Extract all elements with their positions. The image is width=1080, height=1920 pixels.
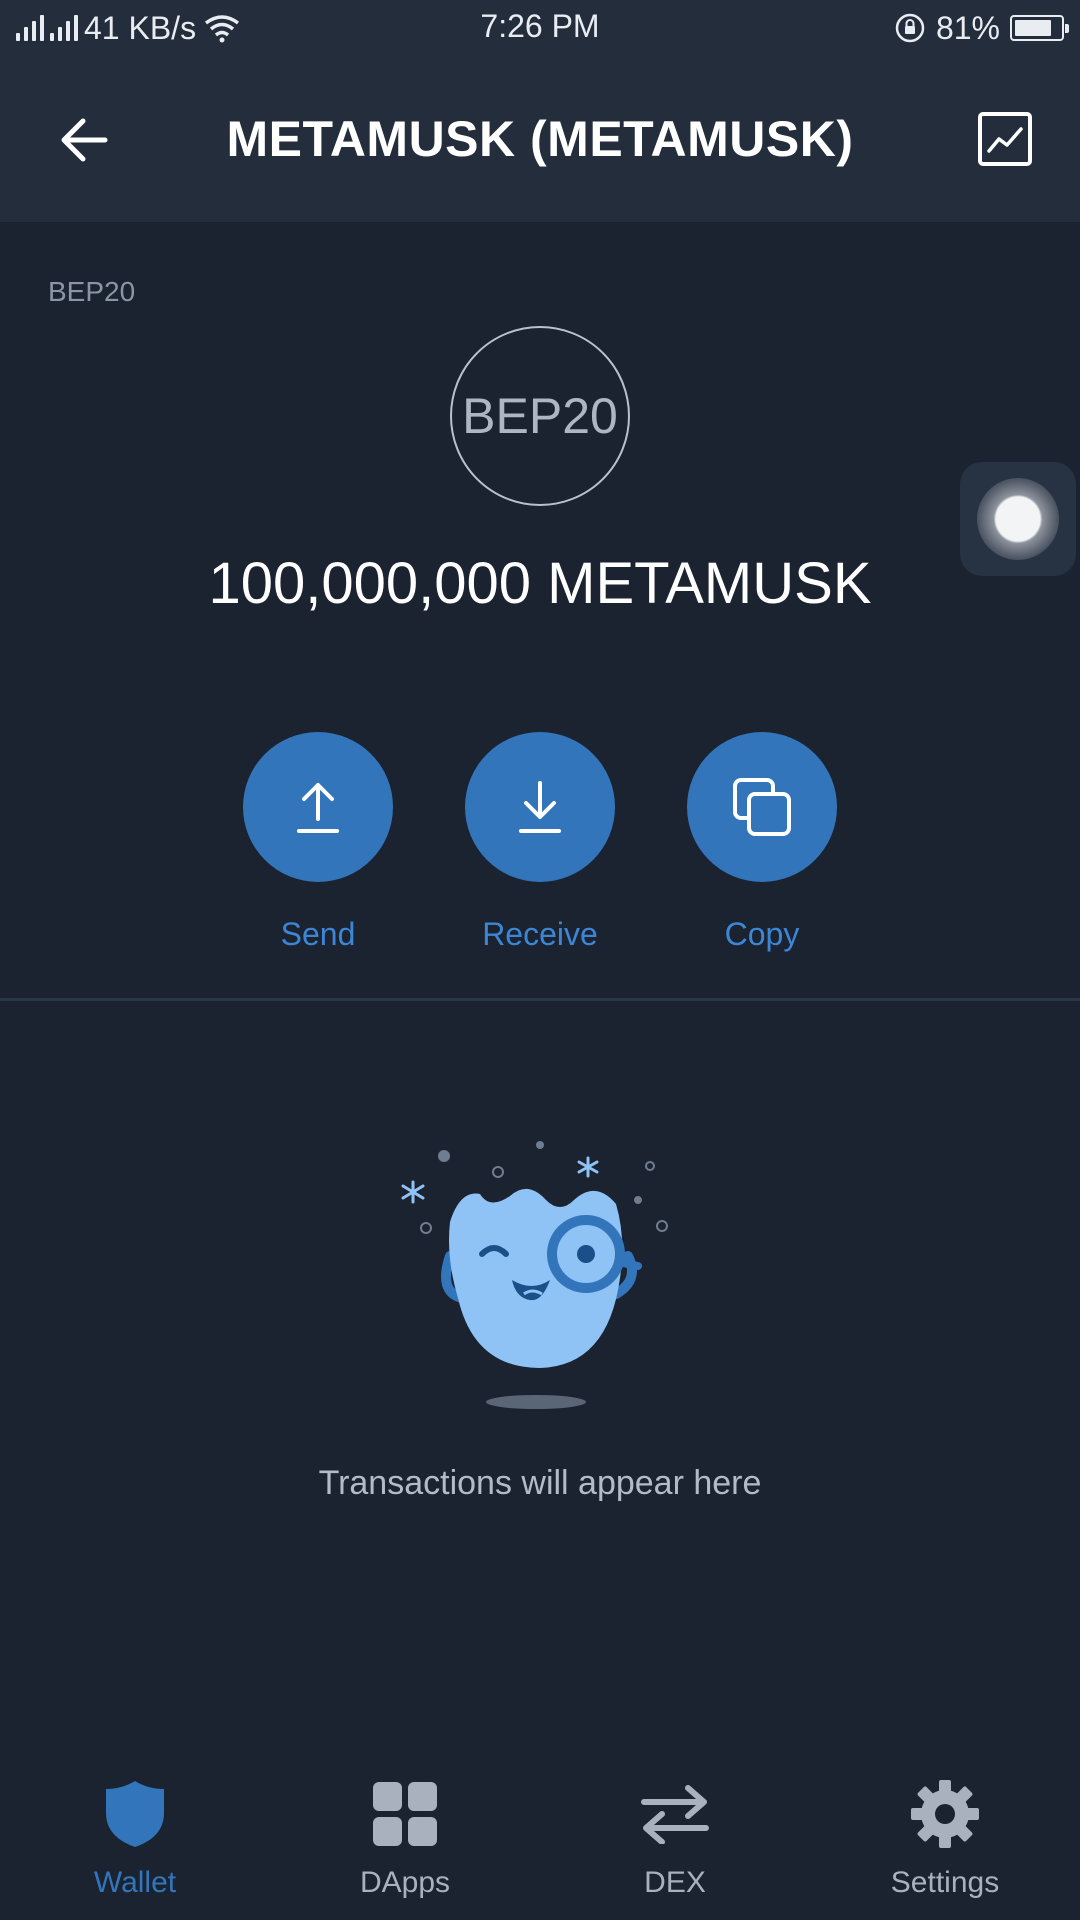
swap-arrows-icon	[635, 1774, 715, 1854]
status-right: 81%	[894, 8, 1069, 48]
receive-label: Receive	[482, 916, 598, 952]
app-header: METAMUSK (METAMUSK)	[0, 56, 1080, 222]
section-divider	[0, 998, 1080, 1001]
battery-icon	[1010, 15, 1069, 41]
gear-icon	[905, 1774, 985, 1854]
nav-item-dex[interactable]: DEX	[540, 1760, 810, 1900]
upload-arrow-icon	[297, 783, 339, 833]
battery-percent: 81%	[935, 9, 1000, 46]
nav-label-wallet: Wallet	[93, 1866, 177, 1899]
token-logo: BEP20	[450, 326, 630, 506]
price-chart-button[interactable]	[974, 108, 1036, 170]
page-title: METAMUSK (METAMUSK)	[226, 111, 854, 167]
nav-label-settings: Settings	[890, 1866, 1000, 1899]
copy-icon	[733, 778, 791, 836]
send-circle	[243, 732, 393, 882]
receive-circle	[465, 732, 615, 882]
empty-state-message: Transactions will appear here	[318, 1464, 762, 1502]
download-arrow-icon	[519, 781, 561, 833]
send-button[interactable]: Send	[208, 732, 428, 953]
network-label: BEP20	[48, 276, 136, 307]
grid-icon	[365, 1774, 445, 1854]
copy-button[interactable]: Copy	[652, 732, 872, 953]
nav-label-dapps: DApps	[359, 1866, 451, 1899]
nav-item-wallet[interactable]: Wallet	[0, 1760, 270, 1900]
rotation-lock-icon	[895, 13, 925, 43]
line-chart-icon	[978, 112, 1032, 166]
copy-circle	[687, 732, 837, 882]
shield-icon	[95, 1774, 175, 1854]
nav-label-dex: DEX	[644, 1866, 706, 1899]
copy-label: Copy	[724, 916, 800, 952]
send-label: Send	[280, 916, 356, 952]
status-bar: 41 KB/s 7:26 PM 81%	[0, 0, 1080, 56]
battery-fill	[1015, 20, 1051, 36]
token-balance: 100,000,000 METAMUSK	[208, 551, 872, 616]
nav-item-dapps[interactable]: DApps	[270, 1760, 540, 1900]
receive-button[interactable]: Receive	[430, 732, 650, 953]
floating-assistive-button[interactable]	[960, 462, 1076, 576]
bottom-nav: Wallet DApps DEX Settings	[0, 1760, 1080, 1920]
nav-item-settings[interactable]: Settings	[810, 1760, 1080, 1900]
action-buttons: Send Receive Copy	[0, 732, 1080, 952]
assistive-touch-icon	[977, 478, 1059, 560]
empty-transactions-illustration	[401, 1141, 668, 1409]
